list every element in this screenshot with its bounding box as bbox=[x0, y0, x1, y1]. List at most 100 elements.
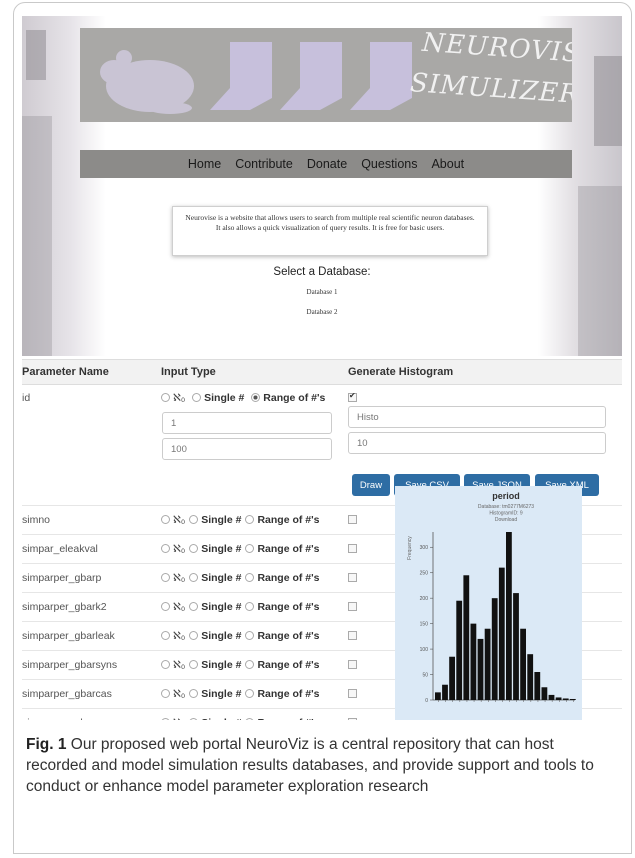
histogram-bar bbox=[498, 567, 505, 700]
radio-single[interactable] bbox=[189, 631, 199, 640]
y-tick-label: 50 bbox=[422, 672, 428, 678]
input-type-group: ℵ₀Single #Range of #'s bbox=[161, 630, 323, 642]
radio-aleph[interactable] bbox=[161, 660, 170, 669]
radio-aleph[interactable] bbox=[161, 718, 170, 720]
header-parameter-name: Parameter Name bbox=[22, 366, 109, 378]
histogram-bar bbox=[569, 698, 576, 700]
histogram-checkbox[interactable] bbox=[348, 660, 357, 669]
screenshot: NEUROVISE SIMULIZER Home Contribute Dona… bbox=[22, 16, 622, 720]
nav-home[interactable]: Home bbox=[188, 157, 221, 171]
radio-aleph[interactable] bbox=[161, 631, 170, 640]
histogram-bar bbox=[491, 598, 498, 700]
nav-questions[interactable]: Questions bbox=[361, 157, 417, 171]
caption-label: Fig. 1 bbox=[26, 736, 67, 753]
select-database-label: Select a Database: bbox=[273, 266, 371, 278]
database-2-link[interactable]: Database 2 bbox=[22, 308, 622, 316]
histogram-bar bbox=[562, 698, 569, 700]
histogram-checkbox[interactable] bbox=[348, 515, 357, 524]
y-tick-label: 200 bbox=[420, 596, 429, 602]
radio-single[interactable] bbox=[189, 515, 199, 524]
radio-single[interactable] bbox=[189, 660, 199, 669]
input-type-group: ℵ₀Single #Range of #'s bbox=[161, 572, 323, 584]
radio-single[interactable] bbox=[189, 689, 199, 698]
radio-single[interactable] bbox=[189, 544, 199, 553]
histogram-checkbox[interactable] bbox=[348, 573, 357, 582]
figure-caption: Fig. 1 Our proposed web portal NeuroViz … bbox=[26, 734, 596, 797]
param-name: simpar_eleakval bbox=[22, 543, 98, 555]
radio-aleph[interactable] bbox=[161, 602, 170, 611]
header-input-type: Input Type bbox=[161, 366, 216, 378]
caption-text: Our proposed web portal NeuroViz is a ce… bbox=[26, 736, 594, 795]
input-type-group: ℵ₀Single #Range of #'s bbox=[161, 717, 323, 720]
y-tick-label: 150 bbox=[420, 621, 429, 627]
nav-contribute[interactable]: Contribute bbox=[235, 157, 293, 171]
histogram-bar bbox=[484, 628, 491, 700]
histogram-bar bbox=[463, 575, 470, 700]
histogram-bar bbox=[541, 687, 548, 700]
histogram-bar bbox=[555, 697, 562, 700]
radio-single[interactable] bbox=[189, 573, 199, 582]
radio-range[interactable] bbox=[245, 602, 255, 611]
radio-range[interactable] bbox=[245, 573, 255, 582]
histogram-bar bbox=[435, 692, 441, 700]
histogram-bar bbox=[527, 654, 534, 700]
histogram-bar bbox=[513, 593, 519, 700]
histogram-bar bbox=[470, 623, 477, 700]
param-name: simparper_gbarcas bbox=[22, 688, 112, 700]
radio-range[interactable] bbox=[245, 544, 255, 553]
histogram-checkbox[interactable] bbox=[348, 602, 357, 611]
header-generate-histogram: Generate Histogram bbox=[348, 366, 454, 378]
radio-single[interactable] bbox=[189, 602, 199, 611]
nav-about[interactable]: About bbox=[431, 157, 464, 171]
database-1-link[interactable]: Database 1 bbox=[22, 288, 622, 296]
param-name: simparper_gbarsyns bbox=[22, 659, 118, 671]
param-name: simno bbox=[22, 514, 51, 526]
radio-range[interactable] bbox=[245, 660, 255, 669]
y-tick-label: 100 bbox=[420, 647, 429, 653]
nav-donate[interactable]: Donate bbox=[307, 157, 347, 171]
histogram-checkbox[interactable] bbox=[348, 544, 357, 553]
background-shape bbox=[594, 56, 622, 146]
input-type-group: ℵ₀Single #Range of #'s bbox=[161, 659, 323, 671]
radio-aleph[interactable] bbox=[161, 689, 170, 698]
histogram-checkbox[interactable] bbox=[348, 718, 357, 720]
histogram-bins-input[interactable]: 10 bbox=[348, 432, 606, 454]
chart-subtitle: Database: tm0277M6273 bbox=[478, 504, 534, 510]
intro-text: Neurovise is a website that allows users… bbox=[172, 206, 488, 256]
radio-aleph[interactable] bbox=[161, 544, 170, 553]
radio-range[interactable] bbox=[245, 718, 255, 720]
radio-range[interactable] bbox=[245, 631, 255, 640]
y-tick-label: 250 bbox=[420, 571, 429, 577]
histogram-bar bbox=[477, 638, 484, 700]
histogram-bar bbox=[548, 694, 555, 700]
histogram-checkbox[interactable] bbox=[348, 689, 357, 698]
histogram-bar bbox=[506, 532, 512, 700]
param-name: simparper_gbark2 bbox=[22, 601, 107, 613]
range-to-input[interactable]: 100 bbox=[162, 438, 332, 460]
radio-range[interactable] bbox=[245, 689, 255, 698]
input-type-group: ℵ₀Single #Range of #'s bbox=[161, 514, 323, 526]
radio-aleph[interactable] bbox=[161, 515, 170, 524]
range-from-input[interactable]: 1 bbox=[162, 412, 332, 434]
radio-aleph[interactable] bbox=[161, 573, 170, 582]
draw-button[interactable]: Draw bbox=[352, 474, 390, 496]
histogram-checkbox[interactable] bbox=[348, 391, 357, 402]
radio-range[interactable] bbox=[251, 393, 261, 402]
param-name-id: id bbox=[22, 392, 31, 404]
y-tick-label: 300 bbox=[420, 545, 429, 551]
y-axis-label: Frequency bbox=[407, 536, 413, 560]
histogram-checkbox[interactable] bbox=[348, 631, 357, 640]
background-shape bbox=[26, 30, 46, 80]
chart-title: period bbox=[492, 491, 520, 501]
background-shape bbox=[22, 116, 52, 356]
radio-aleph[interactable] bbox=[161, 393, 170, 402]
radio-range[interactable] bbox=[245, 515, 255, 524]
histogram-bar bbox=[442, 684, 448, 700]
radio-single[interactable] bbox=[189, 718, 199, 720]
input-type-group: ℵ₀Single #Range of #'s bbox=[161, 601, 323, 613]
histogram-bar bbox=[456, 600, 463, 700]
input-type-group: ℵ₀Single #Range of #'s bbox=[161, 543, 323, 555]
radio-single[interactable] bbox=[192, 393, 202, 402]
histogram-chart: period Database: tm0277M6273HistogramID: … bbox=[407, 491, 576, 704]
histogram-name-input[interactable]: Histo bbox=[348, 406, 606, 428]
